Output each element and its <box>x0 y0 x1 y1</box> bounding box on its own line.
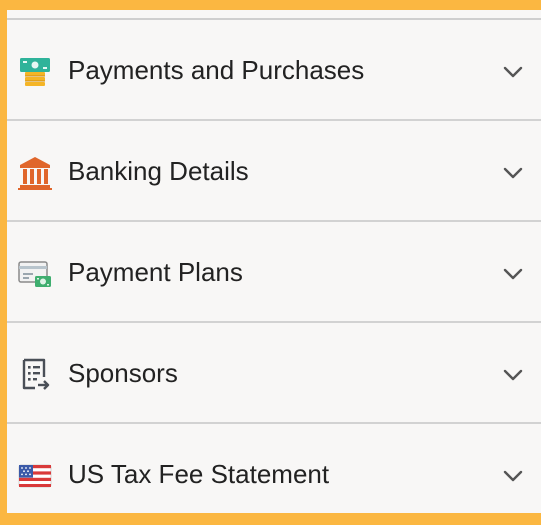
chevron-down-icon[interactable] <box>501 262 525 286</box>
chevron-down-icon[interactable] <box>501 60 525 84</box>
accordion-item-sponsors[interactable]: Sponsors <box>7 323 541 424</box>
bank-icon <box>17 155 53 191</box>
accordion-list: Payments and Purchases Banking Details P… <box>7 20 541 523</box>
accordion-item-label: Sponsors <box>68 358 178 388</box>
sponsor-list-icon <box>17 357 53 393</box>
accordion-item-label: Payment Plans <box>68 257 243 287</box>
us-flag-icon <box>17 458 53 494</box>
accordion-item-banking-details[interactable]: Banking Details <box>7 121 541 222</box>
payment-plan-icon <box>17 256 53 292</box>
accordion-panel: Payments and Purchases Banking Details P… <box>7 10 541 513</box>
chevron-down-icon[interactable] <box>501 363 525 387</box>
accordion-item-label: Banking Details <box>68 156 249 186</box>
chevron-down-icon[interactable] <box>501 161 525 185</box>
accordion-item-payment-plans[interactable]: Payment Plans <box>7 222 541 323</box>
accordion-item-label: Payments and Purchases <box>68 55 365 85</box>
chevron-down-icon[interactable] <box>501 464 525 488</box>
accordion-item-us-tax-fee-statement[interactable]: US Tax Fee Statement <box>7 424 541 523</box>
accordion-item-label: US Tax Fee Statement <box>68 459 330 489</box>
accordion-item-payments-and-purchases[interactable]: Payments and Purchases <box>7 20 541 121</box>
money-stack-icon <box>17 54 53 90</box>
